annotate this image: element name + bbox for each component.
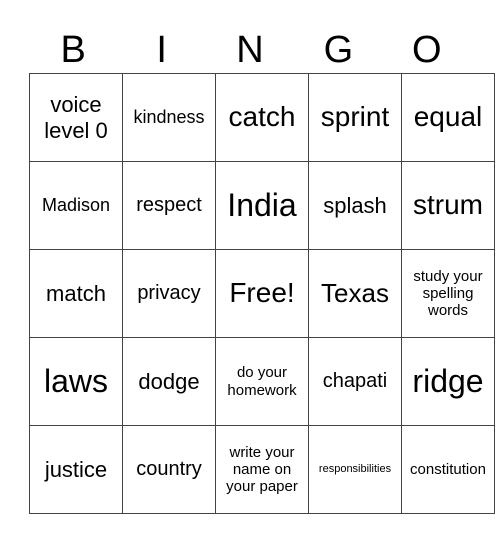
bingo-cell[interactable]: sprint bbox=[308, 73, 402, 162]
bingo-cell[interactable]: match bbox=[29, 249, 123, 338]
header-letter-i: I bbox=[156, 29, 167, 71]
free-space-cell[interactable]: Free! bbox=[215, 249, 309, 338]
grid-row: Madison respect India splash strum bbox=[29, 161, 495, 250]
bingo-cell[interactable]: justice bbox=[29, 425, 123, 514]
bingo-cell[interactable]: respect bbox=[122, 161, 216, 250]
bingo-grid: voice level 0 kindness catch sprint equa… bbox=[29, 73, 495, 514]
bingo-cell[interactable]: splash bbox=[308, 161, 402, 250]
bingo-cell[interactable]: catch bbox=[215, 73, 309, 162]
grid-row: laws dodge do your homework chapati ridg… bbox=[29, 337, 495, 426]
bingo-cell[interactable]: write your name on your paper bbox=[215, 425, 309, 514]
bingo-cell[interactable]: responsibilities bbox=[308, 425, 402, 514]
bingo-cell[interactable]: ridge bbox=[401, 337, 495, 426]
bingo-cell[interactable]: privacy bbox=[122, 249, 216, 338]
bingo-cell[interactable]: dodge bbox=[122, 337, 216, 426]
bingo-cell[interactable]: chapati bbox=[308, 337, 402, 426]
grid-row: match privacy Free! Texas study your spe… bbox=[29, 249, 495, 338]
grid-row: voice level 0 kindness catch sprint equa… bbox=[29, 73, 495, 162]
bingo-cell[interactable]: constitution bbox=[401, 425, 495, 514]
header-letter-n: N bbox=[236, 29, 264, 71]
header-letter-g: G bbox=[323, 29, 354, 71]
bingo-header: B I N G O bbox=[29, 28, 471, 72]
bingo-cell[interactable]: study your spelling words bbox=[401, 249, 495, 338]
header-letter-b: B bbox=[60, 29, 86, 71]
bingo-cell[interactable]: do your homework bbox=[215, 337, 309, 426]
bingo-cell[interactable]: strum bbox=[401, 161, 495, 250]
grid-row: justice country write your name on your … bbox=[29, 425, 495, 514]
bingo-cell[interactable]: laws bbox=[29, 337, 123, 426]
bingo-cell[interactable]: voice level 0 bbox=[29, 73, 123, 162]
bingo-cell[interactable]: India bbox=[215, 161, 309, 250]
bingo-cell[interactable]: kindness bbox=[122, 73, 216, 162]
bingo-cell[interactable]: Texas bbox=[308, 249, 402, 338]
bingo-cell[interactable]: equal bbox=[401, 73, 495, 162]
bingo-cell[interactable]: Madison bbox=[29, 161, 123, 250]
bingo-cell[interactable]: country bbox=[122, 425, 216, 514]
header-letter-o: O bbox=[412, 29, 442, 71]
